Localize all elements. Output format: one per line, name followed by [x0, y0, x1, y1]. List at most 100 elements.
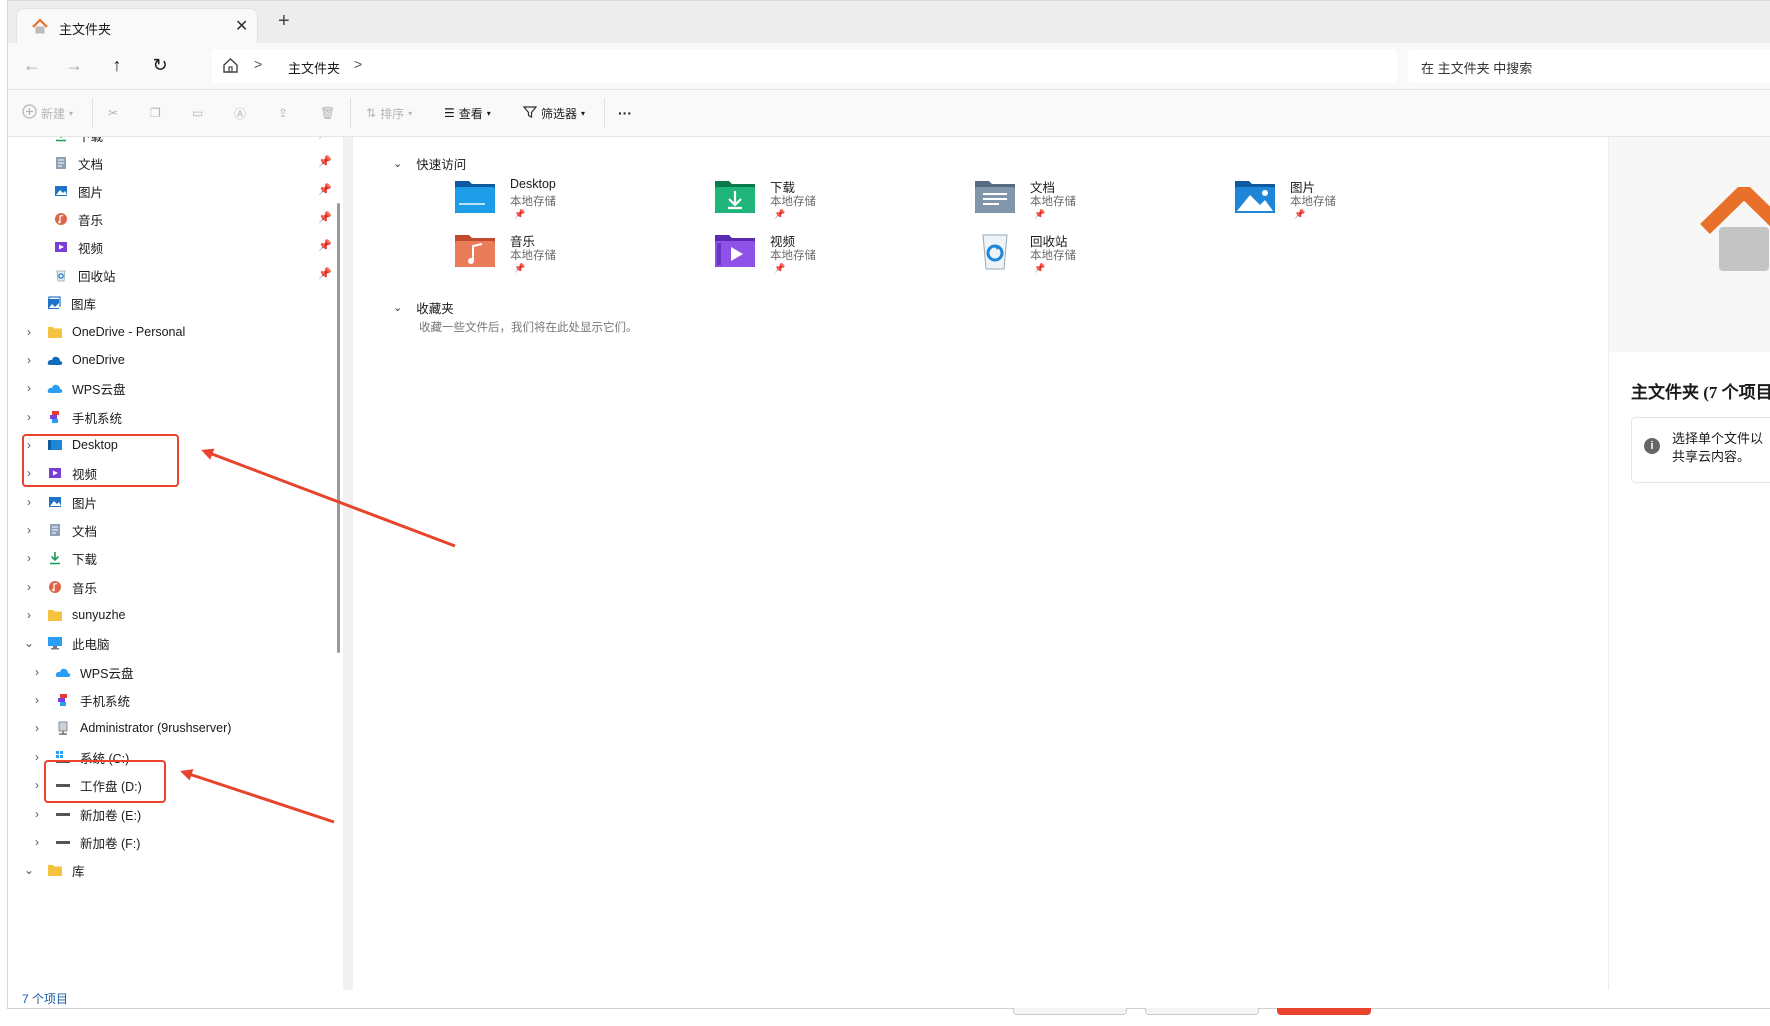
sidebar-item-pictures-pinned[interactable]: 图片	[52, 178, 103, 204]
navigation-pane: 下载 📌 文档 📌 图片 📌 音乐 📌 视频 📌 回收站 📌	[8, 137, 343, 992]
forward-arrow-icon[interactable]: →	[60, 53, 88, 79]
sidebar-item-library[interactable]: ⌄ 库	[22, 857, 85, 883]
chevron-right-icon[interactable]: ›	[30, 693, 44, 707]
sidebar-item-network-drive[interactable]: › Administrator (9rushserver)	[30, 715, 231, 741]
sidebar-item-label: 音乐	[72, 581, 98, 596]
sidebar-item-downloads-pinned[interactable]: 下载	[52, 137, 103, 148]
sidebar-item-documents[interactable]: › 文档	[22, 517, 97, 543]
chevron-right-icon[interactable]: ›	[30, 750, 44, 764]
chevron-right-icon[interactable]: ›	[30, 835, 44, 849]
details-info-text: 选择单个文件以 共享云内容。	[1672, 430, 1763, 466]
sidebar-item-drive-f[interactable]: › 新加卷 (F:)	[30, 829, 140, 855]
sidebar-item-label: 回收站	[78, 269, 116, 284]
breadcrumb-separator[interactable]: >	[254, 56, 262, 72]
home-outline-icon[interactable]	[222, 57, 239, 77]
sidebar-item-label: 手机系统	[80, 694, 131, 709]
chevron-right-icon[interactable]: ›	[22, 381, 36, 395]
breadcrumb-separator[interactable]: >	[354, 56, 362, 72]
new-button[interactable]: 新建 ▾	[22, 102, 73, 124]
up-arrow-icon[interactable]: ↑	[103, 53, 131, 79]
pin-icon[interactable]: 📌	[318, 137, 332, 140]
sidebar-item-downloads[interactable]: › 下载	[22, 545, 97, 571]
copy-button[interactable]: ❐	[150, 102, 161, 124]
sidebar-item-label: 新加卷 (F:)	[80, 836, 141, 851]
chevron-right-icon[interactable]: ›	[22, 410, 36, 424]
sidebar-item-gallery[interactable]: 图库	[45, 290, 96, 316]
pin-icon[interactable]: 📌	[318, 211, 332, 224]
chevron-right-icon[interactable]: ›	[22, 608, 36, 622]
sidebar-item-recycle-bin-pinned[interactable]: 回收站	[52, 262, 116, 288]
sidebar-item-this-pc[interactable]: ⌄ 此电脑	[22, 630, 110, 656]
chevron-right-icon[interactable]: ›	[30, 721, 44, 735]
quick-access-music[interactable]: 音乐 本地存储 📌	[453, 229, 713, 287]
pin-icon: 📌	[1034, 209, 1046, 219]
sidebar-item-videos-pinned[interactable]: 视频	[52, 234, 103, 260]
drive-icon	[54, 805, 72, 823]
pin-icon[interactable]: 📌	[318, 239, 332, 252]
desktop-folder-icon	[453, 175, 497, 219]
quick-access-downloads[interactable]: 下载 本地存储 📌	[713, 175, 973, 233]
quick-access-recycle-bin[interactable]: 回收站 本地存储 📌	[973, 229, 1233, 287]
sidebar-item-drive-e[interactable]: › 新加卷 (E:)	[30, 801, 141, 827]
chevron-right-icon[interactable]: ›	[30, 778, 44, 792]
sidebar-item-music-pinned[interactable]: 音乐	[52, 206, 103, 232]
sidebar-item-onedrive-personal[interactable]: › OneDrive - Personal	[22, 319, 185, 345]
chevron-right-icon[interactable]: ›	[22, 580, 36, 594]
quick-access-desktop[interactable]: Desktop 本地存储 📌	[453, 175, 713, 233]
sidebar-item-wps-cloud[interactable]: › WPS云盘	[22, 375, 125, 401]
quick-access-header[interactable]: ⌄ 快速访问	[393, 154, 466, 173]
breadcrumb-home-folder[interactable]: 主文件夹	[288, 58, 340, 77]
chevron-right-icon[interactable]: ›	[22, 551, 36, 565]
tab-title: 主文件夹	[59, 22, 112, 37]
sidebar-item-music[interactable]: › 音乐	[22, 574, 97, 600]
sidebar-scrollbar[interactable]	[337, 203, 340, 653]
chevron-right-icon[interactable]: ›	[22, 325, 36, 339]
address-bar[interactable]: > 主文件夹 >	[212, 49, 1397, 83]
chevron-right-icon[interactable]: ›	[22, 523, 36, 537]
sidebar-item-onedrive[interactable]: › OneDrive	[22, 347, 125, 373]
sort-button[interactable]: ⇅ 排序 ▾	[366, 102, 412, 124]
close-tab-icon[interactable]: ✕	[235, 16, 248, 36]
pane-splitter[interactable]	[343, 137, 353, 992]
chevron-down-icon[interactable]: ⌄	[22, 863, 36, 877]
more-options-button[interactable]: ···	[618, 102, 632, 124]
search-input[interactable]: 在 主文件夹 中搜索	[1408, 49, 1770, 83]
rename-icon: Ⓐ	[234, 106, 247, 121]
quick-access-pictures[interactable]: 图片 本地存储 📌	[1233, 175, 1493, 233]
pin-icon[interactable]: 📌	[318, 183, 332, 196]
sidebar-item-phone-system[interactable]: › 手机系统	[22, 404, 122, 430]
quick-access-documents[interactable]: 文档 本地存储 📌	[973, 175, 1233, 233]
sidebar-item-pc-phone-system[interactable]: › 手机系统	[30, 687, 130, 713]
favorites-header[interactable]: ⌄ 收藏夹	[393, 298, 454, 317]
delete-button[interactable]: 🗑	[320, 102, 335, 124]
refresh-icon[interactable]: ↻	[146, 53, 174, 79]
cut-button[interactable]: ✂	[108, 102, 118, 124]
trash-icon: 🗑	[320, 106, 336, 120]
sidebar-item-pictures[interactable]: › 图片	[22, 489, 97, 515]
chevron-down-icon[interactable]: ⌄	[393, 301, 402, 314]
chevron-right-icon[interactable]: ›	[22, 495, 36, 509]
tab-home-folder[interactable]: 主文件夹 ✕	[16, 8, 258, 45]
chevron-down-icon: ▾	[581, 108, 586, 118]
chevron-right-icon[interactable]: ›	[30, 807, 44, 821]
quick-access-videos[interactable]: 视频 本地存储 📌	[713, 229, 973, 287]
sidebar-item-documents-pinned[interactable]: 文档	[52, 150, 103, 176]
filter-button[interactable]: 筛选器 ▾	[522, 102, 586, 124]
view-button[interactable]: ☰ 查看 ▾	[444, 102, 491, 124]
chevron-down-icon[interactable]: ⌄	[393, 157, 402, 170]
share-button[interactable]: ⇪	[278, 102, 288, 124]
chevron-right-icon[interactable]: ›	[22, 353, 36, 367]
favorites-empty-message: 收藏一些文件后，我们将在此处显示它们。	[419, 322, 638, 334]
paste-button[interactable]: ▭	[192, 102, 203, 124]
chevron-down-icon[interactable]: ⌄	[22, 636, 36, 650]
new-tab-button[interactable]: +	[278, 11, 290, 31]
chevron-right-icon[interactable]: ›	[30, 665, 44, 679]
pin-icon[interactable]: 📌	[318, 155, 332, 168]
sidebar-item-pc-wps-cloud[interactable]: › WPS云盘	[30, 659, 133, 685]
pin-icon[interactable]: 📌	[318, 267, 332, 280]
sidebar-item-user-folder[interactable]: › sunyuzhe	[22, 602, 126, 628]
back-arrow-icon[interactable]: ←	[18, 53, 46, 79]
network-drive-icon	[54, 719, 72, 737]
phone-system-icon	[54, 691, 72, 709]
rename-button[interactable]: Ⓐ	[234, 102, 246, 124]
